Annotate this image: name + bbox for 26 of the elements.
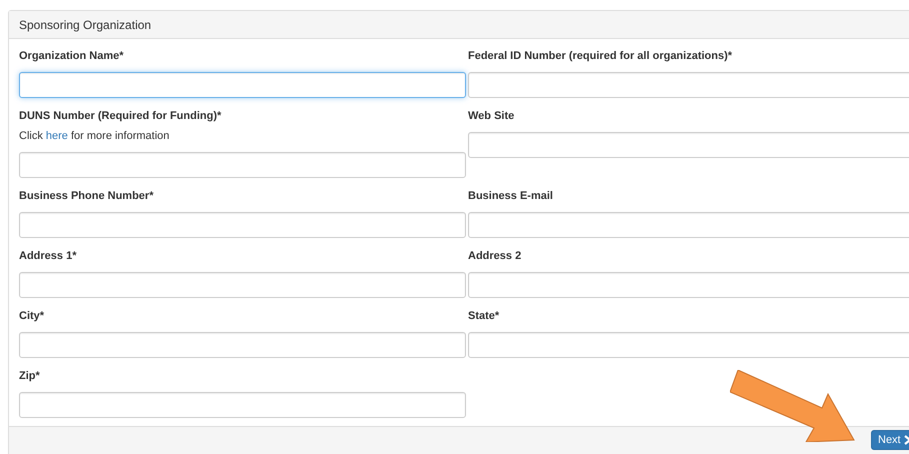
input-field[interactable] xyxy=(19,212,466,238)
input-field[interactable] xyxy=(468,332,909,358)
field-label: Organization Name* xyxy=(19,49,125,63)
field-label: Web Site xyxy=(468,109,516,123)
input-field[interactable] xyxy=(468,132,909,158)
input-field[interactable] xyxy=(19,392,466,418)
field-label: City* xyxy=(19,309,46,323)
field-label: Business Phone Number* xyxy=(19,189,154,203)
field-label: Address 2 xyxy=(468,249,522,263)
input-field[interactable] xyxy=(468,212,909,238)
help-link[interactable]: here xyxy=(46,130,68,142)
input-field[interactable] xyxy=(19,72,466,98)
field-label: State* xyxy=(468,309,500,323)
field-label: Zip* xyxy=(19,369,41,383)
help-text: Click here for more information xyxy=(19,129,170,143)
input-field[interactable] xyxy=(19,152,466,178)
input-field[interactable] xyxy=(19,332,466,358)
input-field[interactable] xyxy=(468,72,909,98)
panel-title: Sponsoring Organization xyxy=(19,18,152,32)
input-field[interactable] xyxy=(468,272,909,298)
input-field[interactable] xyxy=(19,272,466,298)
field-label: DUNS Number (Required for Funding)* xyxy=(19,109,222,123)
next-button[interactable]: Next xyxy=(871,430,909,450)
field-label: Business E-mail xyxy=(468,189,554,203)
field-label: Address 1* xyxy=(19,249,78,263)
field-label: Federal ID Number (required for all organizations)* xyxy=(468,49,734,63)
